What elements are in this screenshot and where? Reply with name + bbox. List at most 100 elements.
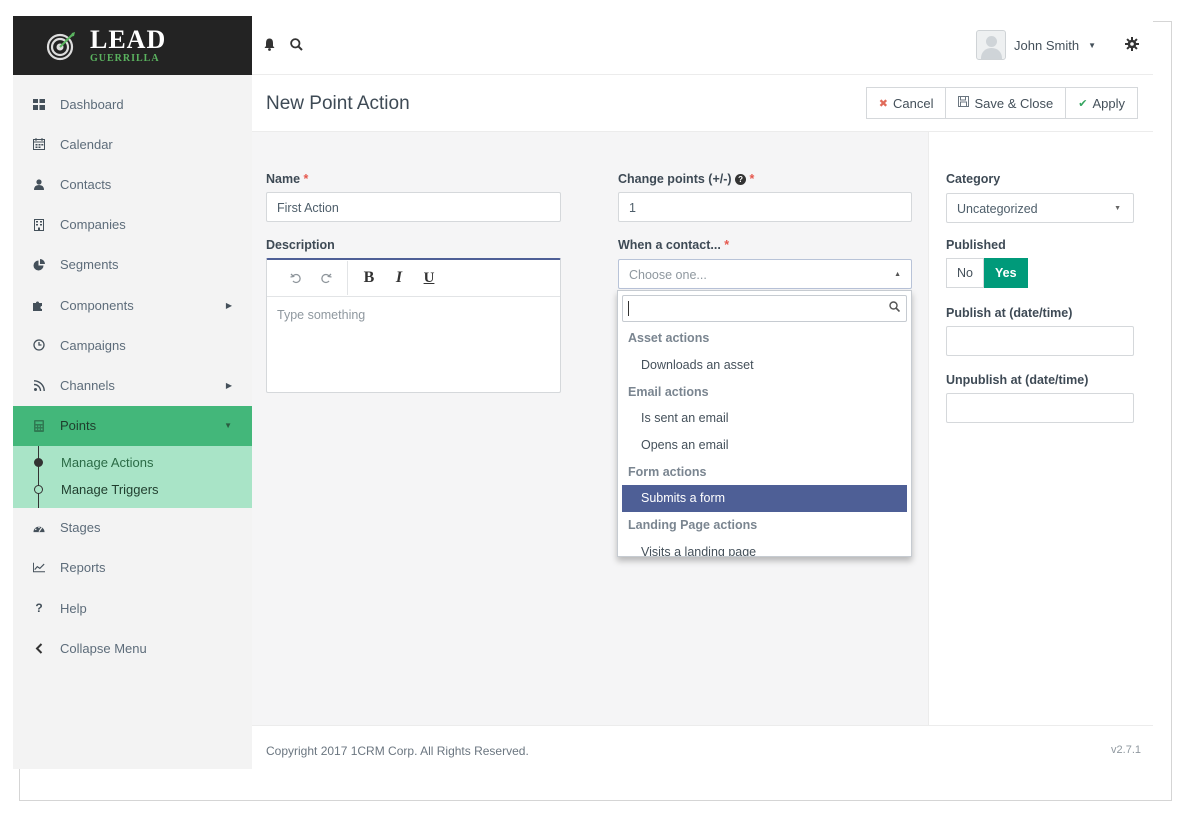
avatar	[976, 30, 1007, 60]
tachometer-icon	[33, 522, 45, 534]
option-visits-a-landing-page[interactable]: Visits a landing page	[622, 539, 907, 556]
dot-icon	[34, 484, 43, 494]
name-input[interactable]: First Action	[266, 192, 561, 222]
version-text: v2.7.1	[1111, 744, 1141, 756]
apply-button[interactable]: ✔ Apply	[1065, 87, 1138, 119]
dashboard-icon	[33, 98, 45, 110]
gear-icon[interactable]	[1125, 37, 1139, 55]
description-editor[interactable]: B I U Type something	[266, 258, 561, 393]
sidebar-item-label: Dashboard	[60, 96, 124, 112]
sidebar-nav: Dashboard Calendar Contacts Companies Se…	[13, 75, 252, 668]
required-mark: *	[724, 238, 730, 252]
bold-button[interactable]: B	[354, 268, 384, 288]
sidebar-item-label: Channels	[60, 377, 115, 393]
toolbar-divider	[347, 261, 348, 295]
top-bar: John Smith ▼	[252, 16, 1153, 75]
apply-label: Apply	[1092, 95, 1125, 111]
pie-chart-icon	[33, 258, 45, 271]
unpublish-at-input[interactable]	[946, 393, 1134, 423]
save-close-label: Save & Close	[974, 95, 1054, 111]
when-contact-select[interactable]: Choose one... ▲	[618, 259, 912, 289]
when-contact-label-text: When a contact...	[618, 238, 721, 252]
puzzle-icon	[33, 299, 45, 312]
published-label: Published	[946, 238, 1006, 252]
sidebar-item-reports[interactable]: Reports	[13, 548, 252, 588]
option-group-label: Asset actions	[628, 331, 710, 346]
sidebar-item-companies[interactable]: Companies	[13, 205, 252, 245]
text-cursor	[628, 301, 629, 316]
sidebar: LEAD GUERRILLA Dashboard Calendar Contac…	[13, 16, 252, 769]
category-select[interactable]: Uncategorized ▼	[946, 193, 1134, 223]
publish-at-input[interactable]	[946, 326, 1134, 356]
sidebar-item-label: Reports	[60, 560, 106, 576]
option-group-label: Form actions	[628, 464, 707, 479]
help-circle-icon[interactable]: ?	[735, 174, 747, 186]
published-yes-button[interactable]: Yes	[983, 258, 1028, 288]
undo-icon[interactable]	[281, 268, 311, 288]
change-points-label-text: Change points (+/-)	[618, 172, 732, 186]
editor-toolbar: B I U	[267, 260, 560, 297]
clock-icon	[33, 339, 45, 351]
caret-right-icon: ▶	[225, 380, 232, 390]
sidebar-item-components[interactable]: Components ▶	[13, 285, 252, 325]
sidebar-item-label: Collapse Menu	[60, 640, 147, 656]
page-header: New Point Action ✖ Cancel Save & Close ✔…	[252, 75, 1153, 132]
copyright-text: Copyright 2017 1CRM Corp. All Rights Res…	[266, 744, 529, 758]
rss-icon	[33, 379, 45, 391]
underline-button[interactable]: U	[414, 268, 444, 288]
cancel-label: Cancel	[893, 95, 934, 111]
user-icon	[33, 178, 45, 190]
chevron-left-icon	[33, 642, 45, 654]
option-group-label: Email actions	[628, 384, 709, 399]
sidebar-item-dashboard[interactable]: Dashboard	[13, 84, 252, 124]
sidebar-item-campaigns[interactable]: Campaigns	[13, 325, 252, 365]
bell-icon[interactable]	[264, 38, 275, 54]
sidebar-item-calendar[interactable]: Calendar	[13, 124, 252, 164]
caret-down-icon: ▼	[1114, 205, 1121, 212]
check-icon: ✔	[1078, 97, 1088, 110]
option-opens-an-email[interactable]: Opens an email	[622, 432, 907, 459]
sidebar-item-collapse-menu[interactable]: Collapse Menu	[13, 628, 252, 668]
required-mark: *	[303, 172, 309, 186]
description-label: Description	[266, 238, 335, 252]
option-is-sent-an-email[interactable]: Is sent an email	[622, 405, 907, 432]
search-icon[interactable]	[290, 38, 303, 54]
sidebar-item-help[interactable]: ? Help	[13, 588, 252, 628]
when-contact-dropdown: Asset actions Downloads an asset Email a…	[617, 290, 912, 557]
sidebar-item-segments[interactable]: Segments	[13, 245, 252, 285]
name-label: Name *	[266, 172, 308, 186]
sidebar-item-stages[interactable]: Stages	[13, 508, 252, 548]
save-close-button[interactable]: Save & Close	[945, 87, 1067, 119]
submenu-item-manage-triggers[interactable]: Manage Triggers	[13, 476, 252, 503]
brand-logo[interactable]: LEAD GUERRILLA	[13, 16, 252, 75]
action-buttons: ✖ Cancel Save & Close ✔ Apply	[865, 87, 1138, 119]
dropdown-search-input[interactable]	[622, 295, 907, 322]
points-submenu: Manage Actions Manage Triggers	[13, 445, 252, 508]
sidebar-item-points[interactable]: Points ▼	[13, 405, 252, 446]
when-contact-placeholder: Choose one...	[629, 268, 707, 282]
change-points-input[interactable]: 1	[618, 192, 912, 222]
dropdown-options: Asset actions Downloads an asset Email a…	[618, 325, 911, 556]
redo-icon[interactable]	[311, 268, 341, 288]
option-submits-a-form[interactable]: Submits a form	[622, 485, 907, 512]
calculator-icon	[33, 419, 45, 432]
italic-button[interactable]: I	[384, 268, 414, 288]
sidebar-item-channels[interactable]: Channels ▶	[13, 365, 252, 405]
name-value: First Action	[277, 201, 339, 215]
user-menu[interactable]: John Smith ▼	[976, 30, 1096, 60]
submenu-item-manage-actions[interactable]: Manage Actions	[13, 449, 252, 476]
sidebar-item-label: Help	[60, 600, 87, 616]
option-downloads-an-asset[interactable]: Downloads an asset	[622, 352, 907, 379]
published-toggle: No Yes	[946, 258, 1028, 288]
submenu-item-label: Manage Actions	[61, 454, 154, 470]
change-points-value: 1	[629, 201, 636, 215]
search-icon	[889, 301, 901, 315]
sidebar-item-contacts[interactable]: Contacts	[13, 164, 252, 204]
cancel-button[interactable]: ✖ Cancel	[865, 87, 947, 119]
sidebar-item-label: Components	[60, 297, 134, 313]
published-no-button[interactable]: No	[946, 258, 984, 288]
user-name: John Smith	[1014, 37, 1080, 53]
option-group-label: Landing Page actions	[628, 518, 758, 533]
editor-body[interactable]: Type something	[267, 297, 560, 333]
caret-down-icon: ▼	[1088, 40, 1096, 50]
